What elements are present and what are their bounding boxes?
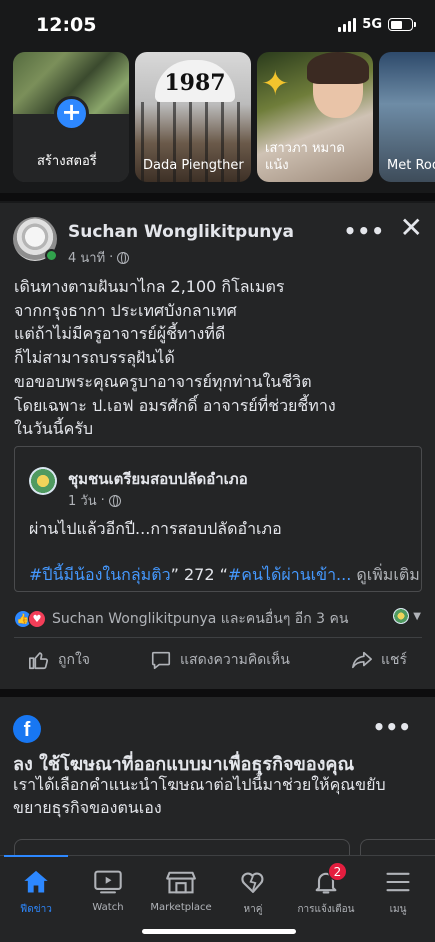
post-actions: ถูกใจ แสดงความคิดเห็น แชร์ (0, 649, 435, 679)
status-time: 12:05 (36, 14, 97, 36)
network-label: 5G (362, 17, 382, 32)
hashtag-link[interactable]: #คนได้ผ่านเข้า... (228, 565, 351, 584)
facebook-logo-icon: f (13, 715, 41, 743)
post-time[interactable]: 4 นาที (68, 247, 105, 268)
marketplace-icon (141, 866, 221, 898)
post-text: เดินทางตามฝันมาไกล 2,100 กิโลเมตร จากกรุ… (14, 277, 336, 439)
create-story-card[interactable]: สร้างสตอรี่ + (13, 52, 129, 182)
divider (14, 637, 422, 638)
star-icon: ✦ (261, 64, 290, 104)
shared-group-name[interactable]: ชุมชนเตรียมสอบปลัดอำเภอ (68, 467, 248, 491)
see-more-link[interactable]: ดูเพิ่มเติม (351, 565, 419, 584)
divider (0, 193, 435, 201)
home-icon (0, 866, 76, 898)
story-label: Dada Piengther (143, 158, 244, 173)
tab-watch[interactable]: Watch (68, 866, 148, 913)
story-card[interactable]: ✦ เสาวภา หมาดแน้ง (257, 52, 373, 182)
like-button[interactable]: ถูกใจ (28, 649, 90, 671)
share-button[interactable]: แชร์ (351, 649, 407, 671)
shared-post[interactable]: ชุมชนเตรียมสอบปลัดอำเภอ 1 วัน · ผ่านไปแล… (14, 446, 422, 592)
story-label: Met Roo (387, 158, 435, 173)
shared-text: ผ่านไปแล้วอีกปี...การสอบปลัดอำเภอ (29, 519, 282, 538)
tab-dating[interactable]: หาคู่ (213, 866, 293, 917)
tab-menu[interactable]: เมนู (358, 866, 435, 917)
tab-notifications[interactable]: 2 การแจ้งเตือน (286, 862, 366, 917)
caret-down-icon: ▼ (413, 610, 421, 622)
video-icon (68, 866, 148, 898)
menu-icon (358, 866, 435, 898)
create-story-label: สร้างสตอรี่ (37, 154, 97, 169)
dating-heart-icon (213, 866, 293, 898)
ad-description: เราได้เลือกคำแนะนำโฆษณาต่อไปนี้มาช่วยให้… (13, 775, 386, 817)
story-plate-text: 1987 (155, 60, 235, 102)
divider (0, 689, 435, 697)
group-avatar[interactable] (29, 467, 57, 495)
share-icon (352, 651, 372, 669)
ad-suggestion-card: f ••• ลง ใช้โฆษณาที่ออกแบบมาเพื่อธุรกิจข… (0, 697, 435, 857)
close-icon[interactable]: ✕ (400, 213, 423, 243)
active-tab-indicator (4, 855, 68, 857)
comment-button[interactable]: แสดงความคิดเห็น (150, 649, 290, 671)
home-indicator (142, 929, 296, 934)
hashtag-link[interactable]: #ปีนี้มีน้องในกลุ่มติว (29, 565, 171, 584)
post-author[interactable]: Suchan Wonglikitpunya (68, 222, 294, 242)
globe-icon (108, 494, 121, 507)
love-reaction-icon: ♥ (28, 610, 46, 628)
online-indicator-icon (45, 249, 58, 262)
comment-icon (151, 651, 171, 670)
shared-time: 1 วัน (68, 494, 97, 509)
story-card[interactable]: Met Roo (379, 52, 435, 182)
more-options-icon[interactable]: ••• (344, 219, 385, 243)
avatar (393, 608, 410, 624)
globe-icon (117, 251, 130, 264)
more-options-icon[interactable]: ••• (373, 715, 411, 739)
tab-news-feed[interactable]: ฟีดข่าว (0, 866, 76, 917)
reactions-summary[interactable]: 👍 ♥ Suchan Wonglikitpunya และคนอื่นๆ อีก… (14, 608, 348, 630)
tab-marketplace[interactable]: Marketplace (141, 866, 221, 913)
post-meta: 4 นาที · (68, 247, 130, 268)
story-card[interactable]: 1987 Dada Piengther (135, 52, 251, 182)
status-bar: 12:05 5G (0, 0, 435, 50)
battery-icon (388, 18, 416, 31)
bell-icon: 2 (286, 862, 366, 898)
plus-icon[interactable]: + (54, 96, 89, 131)
thumbs-up-icon (29, 652, 49, 670)
feed-post: Suchan Wonglikitpunya 4 นาที · ••• ✕ เดิ… (0, 203, 435, 689)
notification-badge: 2 (328, 862, 347, 881)
story-label: เสาวภา หมาดแน้ง (265, 141, 345, 173)
shared-tags: #ปีนี้มีน้องในกลุ่มติว” 272 “#คนได้ผ่านเ… (29, 565, 420, 584)
reactions-text: Suchan Wonglikitpunya และคนอื่นๆ อีก 3 ค… (52, 611, 349, 627)
reaction-as-selector[interactable]: ▼ (393, 608, 421, 624)
stories-row: สร้างสตอรี่ + 1987 Dada Piengther ✦ เสาว… (13, 52, 435, 182)
signal-icon (338, 17, 357, 32)
